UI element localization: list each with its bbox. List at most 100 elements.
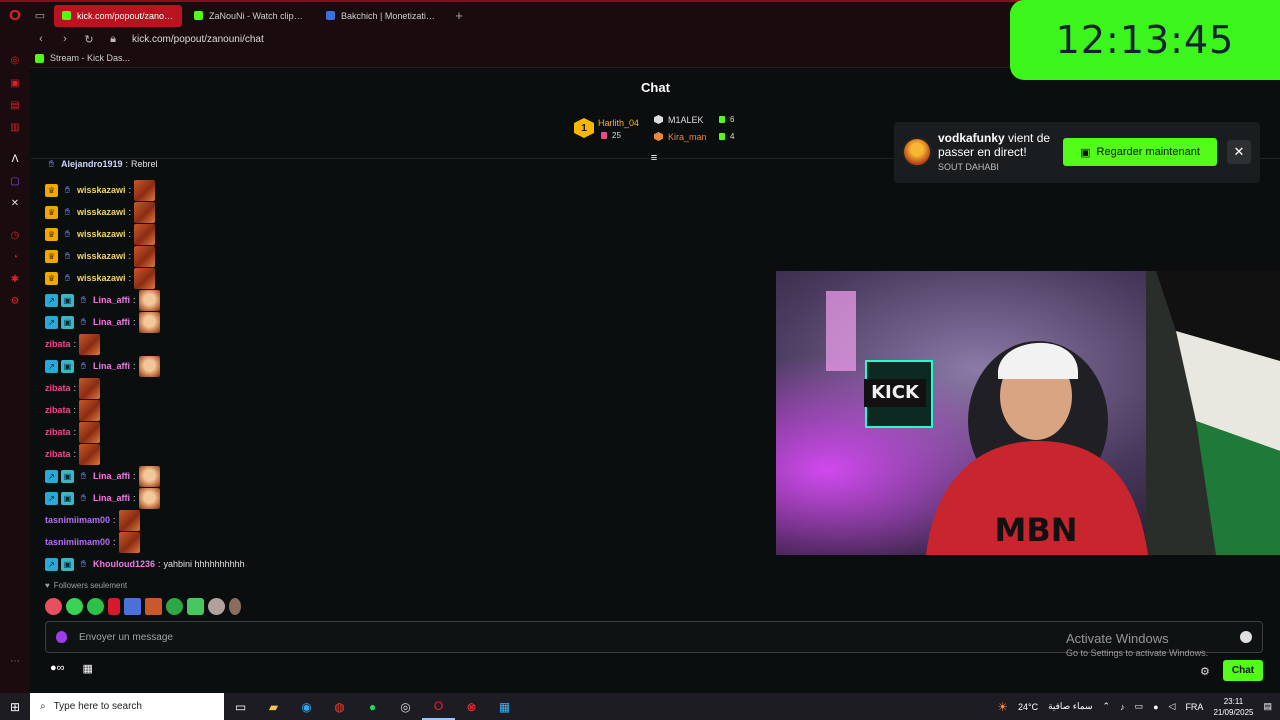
kick-sidebar-icon[interactable]: ᐱ	[9, 153, 21, 165]
chat-username[interactable]: Lina_affi	[93, 361, 130, 371]
url-field[interactable]: kick.com/popout/zanouni/chat	[132, 34, 264, 45]
spotify-icon[interactable]: ●	[356, 693, 389, 720]
microphone-icon[interactable]	[56, 631, 67, 643]
sub-badge-icon[interactable]: ▣	[61, 315, 74, 329]
quick-emote[interactable]	[124, 598, 141, 615]
quick-emote[interactable]	[208, 598, 225, 615]
back-arrow-icon[interactable]: ‹	[36, 33, 46, 45]
chat-username[interactable]: zibata	[45, 405, 71, 415]
hand-badge-icon[interactable]: ✋︎	[77, 558, 90, 571]
sub-badge-icon[interactable]: ▣	[61, 491, 74, 505]
chevron-up-icon[interactable]: ⌃	[1103, 701, 1111, 712]
hand-badge-icon[interactable]: ✋︎	[61, 228, 74, 241]
aria-icon[interactable]: ◎	[9, 54, 21, 66]
chat-emote[interactable]	[134, 201, 156, 223]
verified-badge-icon[interactable]: ↗	[45, 557, 58, 571]
weather-temp[interactable]: 24°C	[1018, 702, 1038, 712]
twitch-icon[interactable]: ▢	[9, 175, 21, 187]
task-view-icon[interactable]: ▭	[224, 693, 257, 720]
crown-badge-icon[interactable]: ♛	[45, 205, 58, 219]
tab-zanouni-clips[interactable]: ZaNouNi - Watch clips on	[186, 5, 314, 27]
crown-badge-icon[interactable]: ♛	[45, 227, 58, 241]
hand-badge-icon[interactable]: ✋︎	[45, 160, 58, 171]
sub-badge-icon[interactable]: ▣	[61, 359, 74, 373]
close-icon[interactable]: ✕	[1227, 140, 1251, 164]
emoji-icon[interactable]	[1240, 631, 1252, 643]
chat-emote[interactable]	[138, 355, 160, 377]
bookmark-stream-kick[interactable]: Stream - Kick Das...	[50, 53, 130, 63]
opera-taskbar-icon[interactable]: O	[422, 693, 455, 720]
verified-badge-icon[interactable]: ↗	[45, 491, 58, 505]
chat-settings-gear-icon[interactable]: ⚙	[1200, 665, 1210, 678]
chat-emote[interactable]	[134, 267, 156, 289]
hand-badge-icon[interactable]: ✋︎	[77, 294, 90, 307]
tab-kick-popout[interactable]: kick.com/popout/zanouni	[54, 4, 182, 27]
x-twitter-icon[interactable]: ✕	[9, 197, 21, 209]
hand-badge-icon[interactable]: ✋︎	[77, 470, 90, 483]
network-icon[interactable]: ▭	[1135, 701, 1144, 712]
chat-username[interactable]: wisskazawi	[77, 251, 126, 261]
hand-badge-icon[interactable]: ✋︎	[61, 250, 74, 263]
chat-emote[interactable]	[79, 377, 101, 399]
quick-emote[interactable]	[87, 598, 104, 615]
chat-emote[interactable]	[138, 465, 160, 487]
chat-username[interactable]: tasnimiimam00	[45, 537, 110, 547]
chat-username[interactable]: Lina_affi	[93, 317, 130, 327]
chat-username[interactable]: zibata	[45, 449, 71, 459]
workspaces-icon[interactable]: ▭	[30, 2, 50, 29]
edge-icon[interactable]: ◉	[290, 693, 323, 720]
notifications-icon[interactable]: ▤	[1263, 701, 1272, 712]
speaker-icon[interactable]: ◁	[1169, 701, 1176, 712]
tray-clock[interactable]: 23:11 21/09/2025	[1213, 696, 1253, 718]
sub-badge-icon[interactable]: ▣	[61, 557, 74, 571]
hand-badge-icon[interactable]: ✋︎	[77, 360, 90, 373]
file-explorer-icon[interactable]: ▰	[257, 693, 290, 720]
watch-now-button[interactable]: ▣ Regarder maintenant	[1063, 138, 1217, 166]
taskbar-search[interactable]: ⌕ Type here to search	[30, 693, 224, 720]
tab-bakchich[interactable]: Bakchich | Monetization f	[318, 5, 446, 27]
quick-emote[interactable]	[45, 598, 62, 615]
volume-icon[interactable]: ♪	[1120, 702, 1125, 712]
messenger-icon[interactable]: ▤	[9, 99, 21, 111]
chat-username[interactable]: wisskazawi	[77, 185, 126, 195]
chat-username[interactable]: Lina_affi	[93, 493, 130, 503]
chat-emote[interactable]	[134, 223, 156, 245]
chat-emote[interactable]	[138, 311, 160, 333]
settings-sidebar-icon[interactable]: ⚙	[9, 295, 21, 307]
verified-badge-icon[interactable]: ↗	[45, 359, 58, 373]
chat-emote[interactable]	[79, 333, 101, 355]
chat-emote[interactable]	[134, 179, 156, 201]
hand-badge-icon[interactable]: ✋︎	[77, 316, 90, 329]
chat-username[interactable]: wisskazawi	[77, 207, 126, 217]
quick-emote[interactable]	[187, 598, 204, 615]
app-icon[interactable]: ⊗	[455, 693, 488, 720]
language-indicator[interactable]: FRA	[1185, 702, 1203, 712]
hand-badge-icon[interactable]: ✋︎	[61, 272, 74, 285]
crown-badge-icon[interactable]: ♛	[45, 249, 58, 263]
leaderboard-name[interactable]: M1ALEK	[668, 115, 704, 125]
chat-username[interactable]: Lina_affi	[93, 295, 130, 305]
more-icon[interactable]: ⋯	[9, 655, 21, 667]
microphone-tray-icon[interactable]: ●	[1153, 702, 1158, 712]
chat-emote[interactable]	[134, 245, 156, 267]
chat-username[interactable]: zibata	[45, 427, 71, 437]
chat-username[interactable]: Alejandro1919	[61, 160, 123, 169]
chat-message-input[interactable]	[79, 631, 979, 643]
calculator-icon[interactable]: ▦	[488, 693, 521, 720]
chat-username[interactable]: wisskazawi	[77, 229, 126, 239]
chat-emote[interactable]	[79, 421, 101, 443]
chat-emote[interactable]	[118, 509, 140, 531]
quick-emote[interactable]	[145, 598, 162, 615]
extensions-icon[interactable]: ✱	[9, 273, 21, 285]
crown-badge-icon[interactable]: ♛	[45, 271, 58, 285]
verified-badge-icon[interactable]: ↗	[45, 315, 58, 329]
sub-badge-icon[interactable]: ▣	[61, 293, 74, 307]
quick-emote[interactable]	[166, 598, 183, 615]
chat-emote[interactable]	[79, 443, 101, 465]
leaderboard-name[interactable]: Harlith_04	[598, 118, 639, 128]
chat-message-list[interactable]: ✋︎ Alejandro1919: Rebrel ♛ ✋︎ wisskazawi: ♛ ✋︎ w…	[45, 160, 765, 580]
chat-emote[interactable]	[118, 531, 140, 553]
chat-emote[interactable]	[138, 487, 160, 509]
verified-badge-icon[interactable]: ↗	[45, 293, 58, 307]
chat-username[interactable]: tasnimiimam00	[45, 515, 110, 525]
